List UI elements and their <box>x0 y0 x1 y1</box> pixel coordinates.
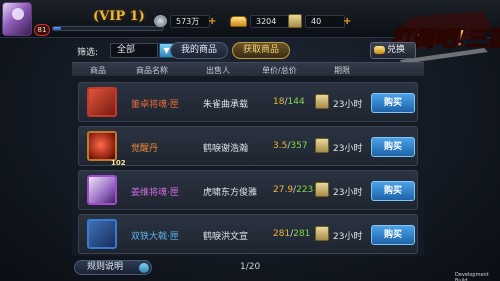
scroll-amount: 40 <box>305 14 345 28</box>
col-seller: 出售人 <box>206 66 230 75</box>
list-item: 姜维将魂·匣 虎啸东方俊雅 27.9/223 23小时 购买 <box>78 170 418 210</box>
dongzhuo-portrait-icon <box>87 87 117 117</box>
item-name: 觉醒丹 <box>131 144 159 154</box>
seller-name: 鹤唳谢浩瀚 <box>203 144 249 154</box>
jiangwei-portrait-icon <box>87 175 117 205</box>
goods-list[interactable]: 董卓将魂·匣 朱雀曲承载 18/144 23小时 购买 102 觉醒丹 鹤唳谢浩… <box>72 76 424 256</box>
filter-dropdown[interactable]: 全部 <box>110 43 158 58</box>
period-text: 23小时 <box>333 232 363 242</box>
gold-resource: 3204 + <box>230 14 296 28</box>
list-item: 双铁大戟·匣 鹤唳洪文宣 281/281 23小时 购买 <box>78 214 418 254</box>
period-text: 23小时 <box>333 100 363 110</box>
tab-get-goods[interactable]: 获取商品 <box>232 42 290 59</box>
silver-coin-icon <box>154 15 167 27</box>
rules-button[interactable]: 规则说明 <box>74 260 152 275</box>
scroll-resource: 40 + <box>288 14 351 28</box>
total-price: 223 <box>296 185 314 195</box>
period: 23小时 <box>315 224 367 244</box>
unit-price: 18 <box>273 97 285 107</box>
gold-amount: 3204 <box>250 14 290 28</box>
vip-label[interactable]: (VIP 1) <box>93 9 145 24</box>
total-price: 357 <box>290 141 308 151</box>
col-goods: 商品 <box>90 66 106 75</box>
period: 23小时 <box>315 92 367 112</box>
item-name: 双铁大戟·匣 <box>131 232 179 242</box>
period: 23小时 <box>315 136 367 156</box>
silver-resource: 573万 + <box>154 14 216 28</box>
price: 3.5/357 <box>273 141 308 151</box>
unit-price: 27.9 <box>273 185 294 195</box>
col-period: 期限 <box>334 66 350 75</box>
period-text: 23小时 <box>333 144 363 154</box>
buy-button[interactable]: 购买 <box>371 181 415 201</box>
exchange-button[interactable]: 兑换 <box>370 42 416 59</box>
list-item: 董卓将魂·匣 朱雀曲承载 18/144 23小时 购买 <box>78 82 418 122</box>
add-silver-button[interactable]: + <box>208 16 216 27</box>
filter-label: 筛选: <box>77 48 99 58</box>
exp-bar-fill <box>53 27 61 30</box>
table-header: 商品 商品名称 出售人 单价/总价 期限 <box>72 62 424 76</box>
page-indicator: 1/20 <box>240 262 261 272</box>
player-avatar[interactable] <box>2 2 32 36</box>
scroll-token-icon <box>315 138 329 153</box>
col-price: 单价/总价 <box>262 66 297 75</box>
item-quantity: 102 <box>111 159 126 167</box>
arrow-right-icon <box>139 263 149 273</box>
build-label: Development Build <box>455 272 489 281</box>
buy-button[interactable]: 购买 <box>371 93 415 113</box>
filter-row: 筛选: 全部 ▼ 我的商品 获取商品 兑换 <box>72 40 492 62</box>
buy-button[interactable]: 购买 <box>371 225 415 245</box>
gold-ingot-icon <box>374 46 385 54</box>
buy-button[interactable]: 购买 <box>371 137 415 157</box>
tab-my-goods[interactable]: 我的商品 <box>170 42 228 59</box>
seller-name: 鹤唳洪文宣 <box>203 232 249 242</box>
unit-price: 3.5 <box>273 141 288 151</box>
rules-label: 规则说明 <box>87 262 124 272</box>
gold-ingot-icon <box>230 15 247 27</box>
level-badge: 81 <box>34 24 50 36</box>
exchange-label: 兑换 <box>387 45 406 55</box>
add-scroll-button[interactable]: + <box>343 16 351 27</box>
awakening-pill-icon: 102 <box>87 131 126 167</box>
scroll-token-icon <box>315 94 329 109</box>
col-goods-name: 商品名称 <box>136 66 168 75</box>
silver-amount: 573万 <box>170 14 210 28</box>
period-text: 23小时 <box>333 188 363 198</box>
item-name: 姜维将魂·匣 <box>131 188 179 198</box>
unit-price: 281 <box>273 229 291 239</box>
total-price: 144 <box>287 97 305 107</box>
price: 281/281 <box>273 229 311 239</box>
scroll-token-icon <box>288 14 302 28</box>
exp-bar <box>52 26 164 31</box>
list-item: 102 觉醒丹 鹤唳谢浩瀚 3.5/357 23小时 购买 <box>78 126 418 167</box>
game-screen: 81 (VIP 1) 573万 + 3204 + 40 + <box>0 0 500 281</box>
item-name: 董卓将魂·匣 <box>131 100 179 110</box>
period: 23小时 <box>315 180 367 200</box>
scroll-token-icon <box>315 182 329 197</box>
seller-name: 虎啸东方俊雅 <box>203 188 258 198</box>
total-price: 281 <box>293 229 311 239</box>
scroll-token-icon <box>315 226 329 241</box>
price: 18/144 <box>273 97 305 107</box>
halberd-box-icon <box>87 219 117 249</box>
seller-name: 朱雀曲承载 <box>203 100 249 110</box>
price: 27.9/223 <box>273 185 314 195</box>
